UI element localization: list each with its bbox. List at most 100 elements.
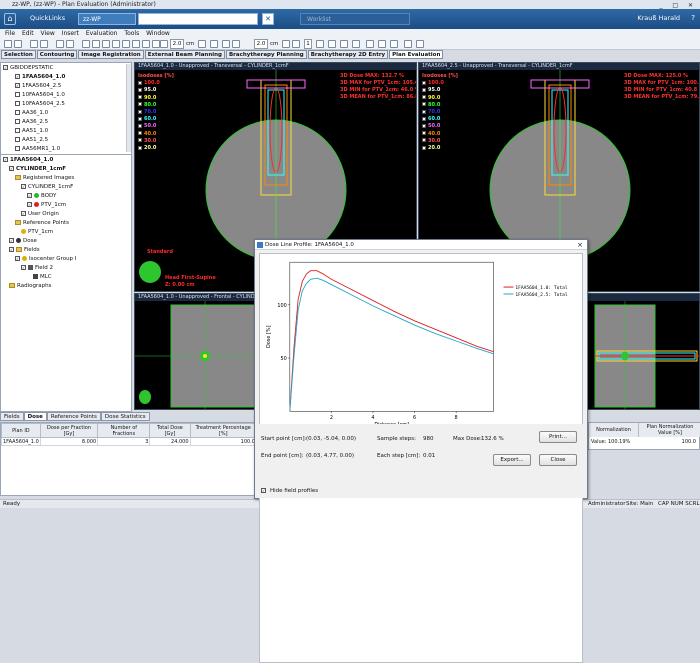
- structure-icon[interactable]: [292, 40, 300, 48]
- isodose-item[interactable]: ✓ 90.0: [138, 95, 174, 102]
- tree-item-plan[interactable]: ✓ 1FAA5604_1.0: [15, 73, 65, 81]
- tab-reference-points[interactable]: Reference Points: [46, 412, 101, 421]
- isodose-checkbox[interactable]: ✓: [422, 95, 426, 100]
- isodose-checkbox[interactable]: ✓: [138, 109, 142, 114]
- cut-icon[interactable]: [56, 40, 64, 48]
- checkbox[interactable]: ✓: [27, 202, 32, 207]
- registered-images-node[interactable]: Registered Images: [15, 174, 74, 182]
- isodose-checkbox[interactable]: ✓: [422, 116, 426, 121]
- menu-file[interactable]: File: [5, 30, 15, 37]
- tab-external-beam-planning[interactable]: External Beam Planning: [144, 50, 225, 59]
- cell-dose-per-fraction[interactable]: 8.000: [39, 437, 99, 446]
- isodose-checkbox[interactable]: ✓: [138, 102, 142, 107]
- isodose-item[interactable]: ✓ 20.0: [138, 145, 174, 152]
- structure-ptv[interactable]: ✓ PTV_1cm: [27, 201, 66, 209]
- checkbox[interactable]: ✓: [21, 265, 26, 270]
- isodose-checkbox[interactable]: ✓: [138, 80, 142, 85]
- tab-brachytherapy-planning[interactable]: Brachytherapy Planning: [225, 50, 307, 59]
- isodose-checkbox[interactable]: ✓: [422, 131, 426, 136]
- menu-window[interactable]: Window: [146, 30, 170, 37]
- isodose-checkbox[interactable]: ✓: [422, 80, 426, 85]
- ct-icon[interactable]: [378, 40, 386, 48]
- menu-insert[interactable]: Insert: [62, 30, 79, 37]
- slice-prev-icon[interactable]: [222, 40, 230, 48]
- fields-node[interactable]: ✓ Fields: [9, 246, 40, 254]
- checkbox[interactable]: [15, 137, 20, 142]
- field-2-node[interactable]: ✓ Field 2: [21, 264, 53, 272]
- tree-item-plan[interactable]: AA51_2.5: [15, 136, 48, 144]
- table-row[interactable]: 1FAA5604_1.0 8.000 3 24.000 100.0: [1, 437, 258, 446]
- col-treatment-percentage[interactable]: Treatment Percentage [%]: [189, 423, 258, 438]
- isodose-checkbox[interactable]: ✓: [422, 109, 426, 114]
- user-name[interactable]: Krauß Harald: [637, 14, 680, 22]
- tree-scrollbar[interactable]: [126, 64, 131, 152]
- checkbox[interactable]: ✓: [21, 184, 26, 189]
- layout-icon[interactable]: [160, 40, 168, 48]
- isodose-item[interactable]: ✓ 50.0: [138, 123, 174, 130]
- undo-icon[interactable]: [30, 40, 38, 48]
- radiographs-node[interactable]: Radiographs: [9, 282, 51, 290]
- tab-dose[interactable]: Dose: [23, 412, 47, 421]
- isodose-item[interactable]: ✓ 70.0: [422, 109, 458, 116]
- isocenter-group-node[interactable]: ✓ Isocenter Group I: [15, 255, 76, 263]
- checkbox[interactable]: ✓: [27, 193, 32, 198]
- open-icon[interactable]: [4, 40, 12, 48]
- patient-search-field[interactable]: [138, 13, 258, 25]
- checkbox[interactable]: ✓: [15, 83, 20, 88]
- tree-item-plan[interactable]: 10FAA5604_1.0: [15, 91, 65, 99]
- checkbox[interactable]: ✓: [15, 74, 20, 79]
- isodose-icon[interactable]: [282, 40, 290, 48]
- isodose-item[interactable]: ✓ 40.0: [138, 131, 174, 138]
- isodose-item[interactable]: ✓ 100.0: [422, 80, 458, 87]
- user-origin-node[interactable]: ✓ User Origin: [21, 210, 59, 218]
- dvh-icon[interactable]: [328, 40, 336, 48]
- pan-icon[interactable]: [112, 40, 120, 48]
- isodose-checkbox[interactable]: ✓: [422, 87, 426, 92]
- checkbox[interactable]: ✓: [3, 65, 8, 70]
- tab-selection[interactable]: Selection: [1, 50, 36, 59]
- checkbox[interactable]: ✓: [3, 157, 8, 162]
- isodose-item[interactable]: ✓ 95.0: [422, 87, 458, 94]
- save-icon[interactable]: [14, 40, 22, 48]
- isodose-item[interactable]: ✓ 50.0: [422, 123, 458, 130]
- tree-item-plan[interactable]: AA56MR1_1.0: [15, 145, 60, 153]
- reference-points-node[interactable]: Reference Points: [15, 219, 69, 227]
- target-icon[interactable]: [352, 40, 360, 48]
- col-plan-normalization-value[interactable]: Plan Normalization Value [%]: [639, 423, 700, 437]
- zoom-input-1[interactable]: 2.0: [170, 39, 184, 49]
- print-button[interactable]: Print...: [539, 431, 577, 443]
- isodose-checkbox[interactable]: ✓: [138, 95, 142, 100]
- tree-item-plan[interactable]: AA51_1.0: [15, 127, 48, 135]
- col-dose-per-fraction[interactable]: Dose per Fraction [Gy]: [39, 423, 99, 438]
- tree-item-plan[interactable]: ✓ 1FAA5604_2.5: [15, 82, 61, 90]
- close-patient-icon[interactable]: ✕: [262, 13, 274, 25]
- rotate-icon[interactable]: [132, 40, 140, 48]
- checkbox[interactable]: [15, 92, 20, 97]
- tab-image-registration[interactable]: Image Registration: [78, 50, 144, 59]
- isodose-item[interactable]: ✓ 80.0: [422, 102, 458, 109]
- field-input[interactable]: 1: [304, 39, 312, 49]
- menu-view[interactable]: View: [41, 30, 55, 37]
- tree-item-plan[interactable]: AA36_2.5: [15, 118, 48, 126]
- isodose-item[interactable]: ✓ 30.0: [138, 138, 174, 145]
- col-number-of-fractions[interactable]: Number of Fractions: [97, 423, 151, 438]
- beam-eye-icon[interactable]: [210, 40, 218, 48]
- isodose-checkbox[interactable]: ✓: [138, 123, 142, 128]
- reference-point-ptv[interactable]: PTV_1cm: [21, 228, 53, 236]
- tab-contouring[interactable]: Contouring: [36, 50, 78, 59]
- structure-body[interactable]: ✓ BODY: [27, 192, 56, 200]
- isodose-item[interactable]: ✓ 20.0: [422, 145, 458, 152]
- contour-icon[interactable]: [366, 40, 374, 48]
- hide-field-profiles-checkbox[interactable]: ✓: [261, 488, 266, 493]
- isodose-item[interactable]: ✓ 90.0: [422, 95, 458, 102]
- checkbox[interactable]: [15, 101, 20, 106]
- close-icon[interactable]: ×: [577, 240, 583, 250]
- redo-icon[interactable]: [40, 40, 48, 48]
- isodose-item[interactable]: ✓ 100.0: [138, 80, 174, 87]
- checkbox[interactable]: [15, 110, 20, 115]
- checkbox[interactable]: ✓: [21, 211, 26, 216]
- step-icon[interactable]: [198, 40, 206, 48]
- menu-evaluation[interactable]: Evaluation: [86, 30, 118, 37]
- phantom-node[interactable]: ✓ CYLINDER_1cmF: [9, 165, 66, 173]
- mlc-node[interactable]: MLC: [33, 273, 52, 281]
